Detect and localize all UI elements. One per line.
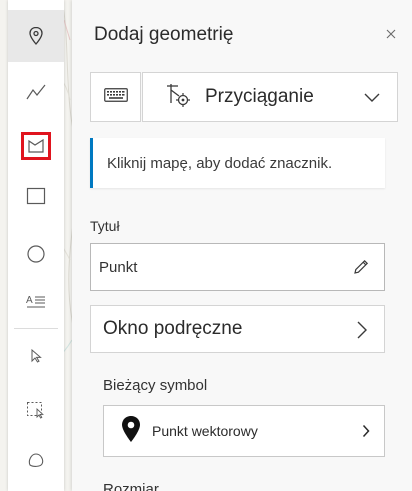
snapping-icon <box>165 82 191 113</box>
symbol-selector[interactable]: Punkt wektorowy <box>103 405 385 457</box>
map-pin-icon <box>27 26 45 46</box>
text-icon: A <box>26 294 46 310</box>
current-symbol-label: Bieżący symbol <box>103 377 208 394</box>
notice-text: Kliknij mapę, aby dodać znacznik. <box>107 154 333 172</box>
drawing-toolbar: A <box>8 0 64 491</box>
title-field-label: Tytuł <box>90 218 120 234</box>
lasso-icon <box>27 452 45 468</box>
symbol-name: Punkt wektorowy <box>152 423 258 439</box>
tool-point[interactable] <box>8 10 64 62</box>
title-input[interactable]: Punkt <box>90 243 385 291</box>
panel-title: Dodaj geometrię <box>94 24 234 45</box>
tool-circle[interactable] <box>8 228 64 280</box>
title-input-value: Punkt <box>99 258 138 276</box>
chevron-right-icon <box>356 320 368 346</box>
size-label: Rozmiar <box>103 481 159 491</box>
popup-label: Okno podręczne <box>103 318 243 339</box>
pencil-icon[interactable] <box>352 258 370 280</box>
keyboard-icon <box>103 87 128 107</box>
popup-settings-row[interactable]: Okno podręczne <box>90 305 385 353</box>
cursor-icon <box>30 349 42 363</box>
svg-text:A: A <box>26 295 33 306</box>
tool-lasso[interactable] <box>8 434 64 486</box>
close-button[interactable] <box>382 26 400 44</box>
polyline-icon <box>25 83 47 101</box>
chevron-right-icon <box>362 424 370 443</box>
add-geometry-panel: Dodaj geometrię Przyciąganie Kliknij map… <box>72 0 412 491</box>
highlight-box <box>21 132 51 160</box>
tool-text[interactable]: A <box>8 276 64 328</box>
tool-select[interactable] <box>8 330 64 382</box>
tool-rectangle[interactable] <box>8 170 64 222</box>
toolbar-divider <box>14 328 58 329</box>
tool-polyline[interactable] <box>8 66 64 118</box>
close-icon <box>386 26 396 44</box>
instruction-notice: Kliknij mapę, aby dodać znacznik. <box>90 138 385 188</box>
app-root: A Dodaj geometrię Przyciąganie Kliknij m… <box>0 0 412 491</box>
tool-polygon[interactable] <box>8 120 64 172</box>
select-rectangle-icon <box>26 401 46 419</box>
tool-select-rectangle[interactable] <box>8 384 64 436</box>
chevron-down-icon <box>363 90 381 108</box>
snapping-dropdown[interactable]: Przyciąganie <box>142 72 398 122</box>
circle-icon <box>26 244 46 264</box>
map-pin-icon <box>120 415 142 448</box>
snapping-label: Przyciąganie <box>205 86 314 107</box>
keyboard-input-button[interactable] <box>90 72 141 122</box>
rectangle-icon <box>26 187 46 205</box>
